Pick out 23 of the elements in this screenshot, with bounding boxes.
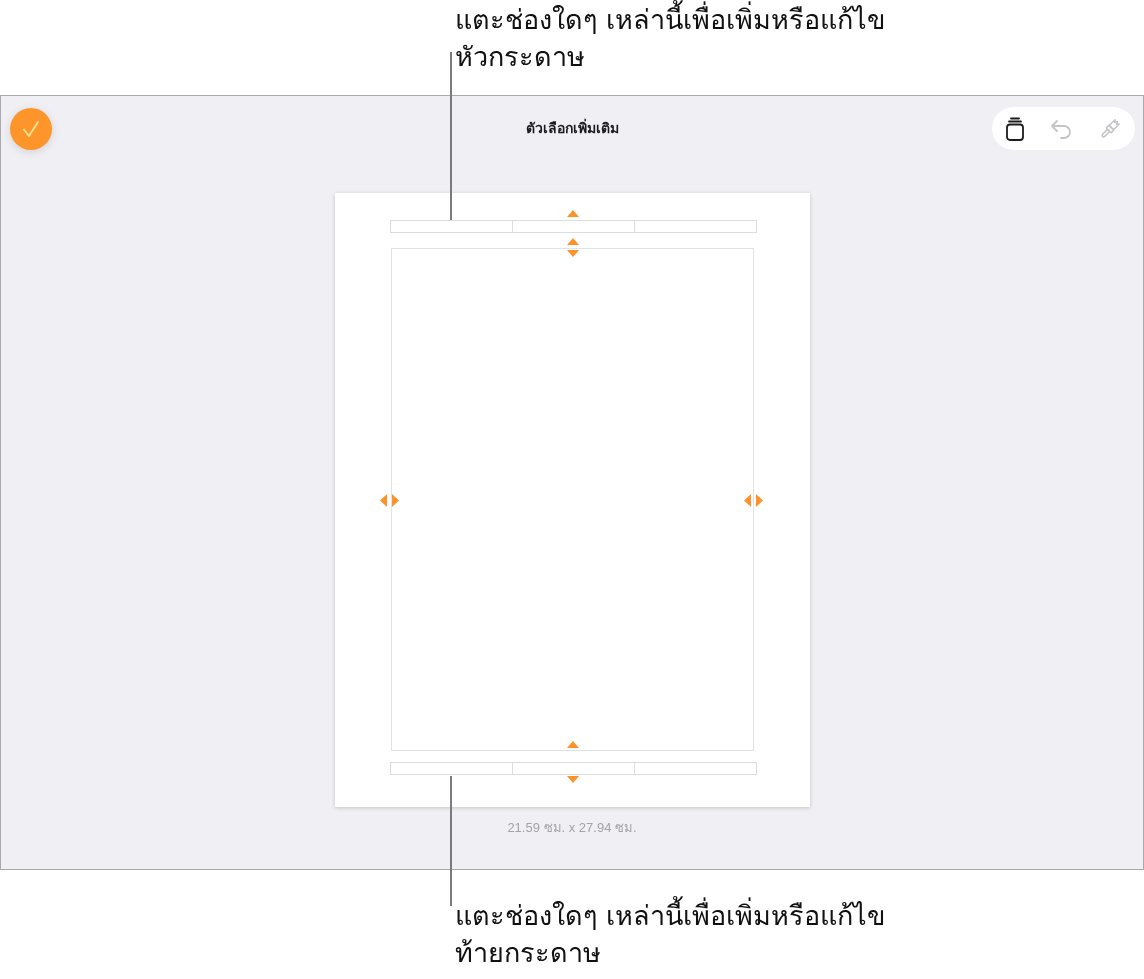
up-triangle-icon[interactable] [566,238,579,245]
right-triangle-icon[interactable] [755,494,763,507]
down-triangle-icon[interactable] [566,250,579,257]
header-field[interactable] [633,220,757,233]
callout-text: แตะช่องใดๆ เหล่านี้เพื่อเพิ่มหรือแก้ไข ท้ายกระดาษ [455,898,885,972]
done-button[interactable] [10,108,52,150]
page-size-label: 21.59 ซม. x 27.94 ซม. [507,820,637,836]
footer-field[interactable] [511,762,635,775]
screen-title: ตัวเลือกเพิ่มเติม [526,118,619,138]
footer-field[interactable] [389,762,513,775]
undo-icon [1050,118,1072,139]
right-triangle-icon[interactable] [391,494,399,507]
left-triangle-icon[interactable] [743,494,751,507]
up-triangle-icon[interactable] [566,210,579,217]
up-triangle-icon[interactable] [566,741,579,748]
document-stack-icon [1005,116,1025,141]
header-field[interactable] [389,220,513,233]
down-triangle-icon[interactable] [566,776,579,783]
callout-text: แตะช่องใดๆ เหล่านี้เพื่อเพิ่มหรือแก้ไข หัวกระดาษ [455,2,885,76]
header-field[interactable] [511,220,635,233]
footer-field[interactable] [633,762,757,775]
left-triangle-icon[interactable] [379,494,387,507]
checkmark-icon [22,120,40,138]
